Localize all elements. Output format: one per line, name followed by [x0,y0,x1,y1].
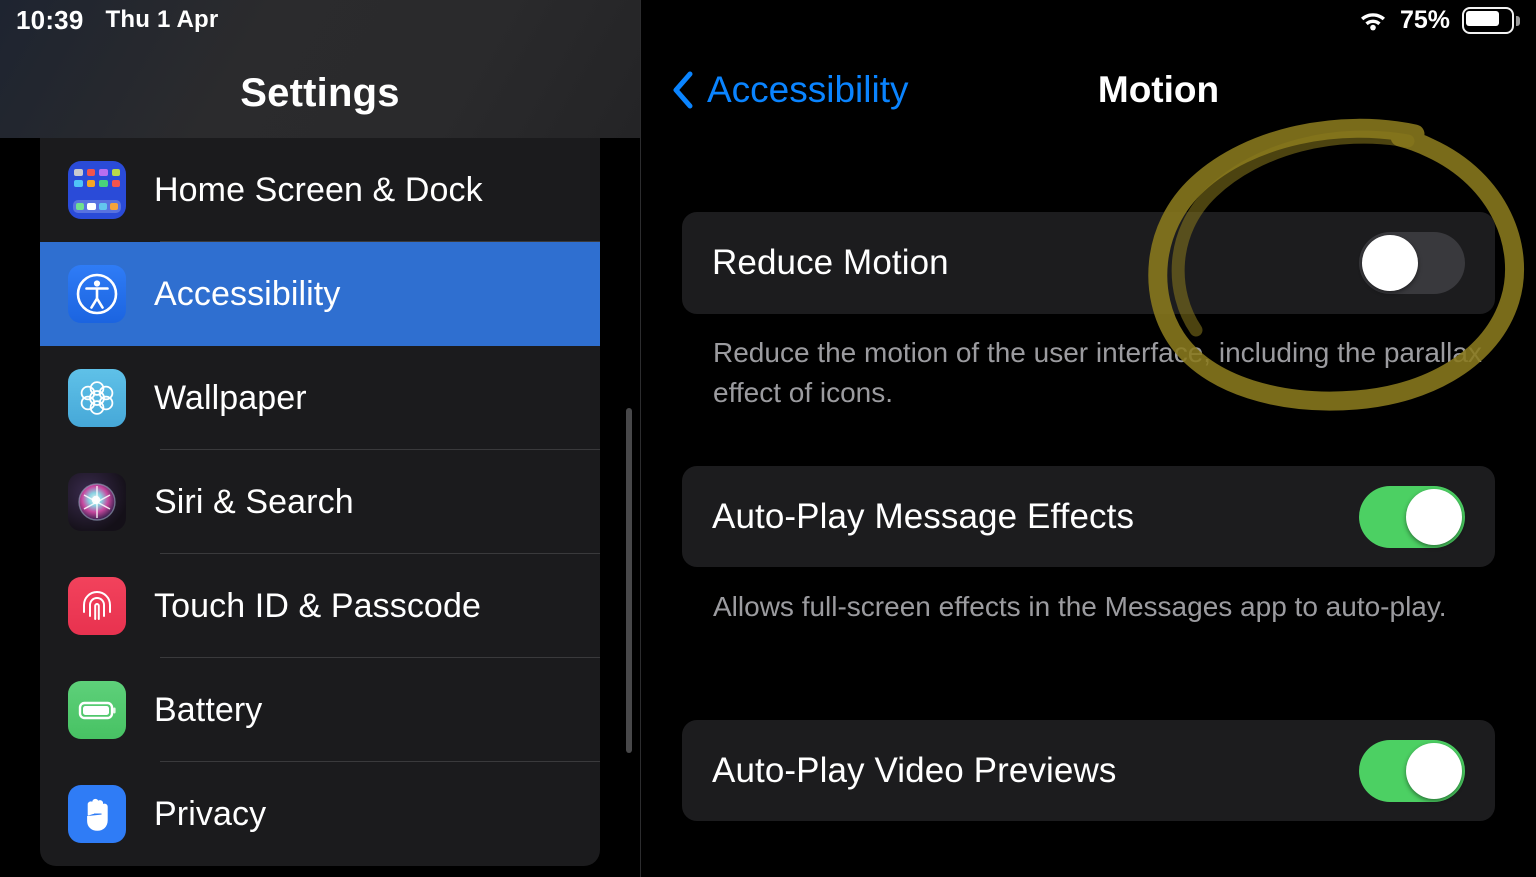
reduce-motion-footnote: Reduce the motion of the user interface,… [713,337,1482,408]
sidebar-item-wallpaper[interactable]: Wallpaper [40,346,600,450]
auto-play-message-effects-row[interactable]: Auto-Play Message Effects [682,466,1495,567]
sidebar-item-touch-id-passcode[interactable]: Touch ID & Passcode [40,554,600,658]
accessibility-icon [68,265,126,323]
sidebar-item-label: Accessibility [154,274,341,313]
chevron-left-icon [671,70,695,110]
settings-sidebar: Settings Home Screen & Dock Accessibilit… [0,0,640,877]
auto-play-video-previews-toggle[interactable] [1359,739,1465,802]
sidebar-item-accessibility[interactable]: Accessibility [40,242,600,346]
sidebar-item-battery[interactable]: Battery [40,658,600,762]
motion-settings-pane: Accessibility Motion Reduce Motion Reduc… [641,0,1536,877]
page-title: Settings [240,71,400,115]
auto-play-message-effects-toggle[interactable] [1359,485,1465,548]
sidebar-item-home-screen-dock[interactable]: Home Screen & Dock [40,138,600,242]
auto-play-video-previews-row[interactable]: Auto-Play Video Previews [682,720,1495,821]
wallpaper-icon [68,369,126,427]
navigation-bar: Accessibility Motion [641,42,1536,137]
back-button[interactable]: Accessibility [671,69,909,111]
row-label: Reduce Motion [712,243,949,282]
sidebar-list: Home Screen & Dock Accessibility Wallpap… [40,138,600,866]
row-label: Auto-Play Message Effects [712,496,1135,536]
auto-play-message-effects-footnote: Allows full-screen effects in the Messag… [713,591,1447,622]
ipad-settings-screen: 10:39 Thu 1 Apr 75% Settings Home Screen… [0,0,1536,877]
sidebar-item-label: Siri & Search [154,482,354,521]
reduce-motion-row[interactable]: Reduce Motion [682,212,1495,314]
reduce-motion-toggle[interactable] [1359,232,1465,294]
sidebar-item-label: Battery [154,690,263,729]
sidebar-item-label: Home Screen & Dock [154,170,483,209]
toggle-knob [1406,742,1462,799]
battery-icon [68,681,126,739]
sidebar-header: Settings [0,0,640,138]
row-label: Auto-Play Video Previews [712,750,1117,790]
toggle-knob [1406,488,1462,545]
sidebar-item-siri-search[interactable]: Siri & Search [40,450,600,554]
hand-icon [68,785,126,843]
sidebar-item-label: Touch ID & Passcode [154,586,481,625]
home-screen-dock-icon [68,161,126,219]
toggle-knob [1362,235,1418,291]
sidebar-scrollbar[interactable] [626,408,632,753]
sidebar-item-label: Wallpaper [154,378,307,417]
siri-icon [68,473,126,531]
fingerprint-icon [68,577,126,635]
back-button-label: Accessibility [707,68,909,110]
sidebar-item-label: Privacy [154,794,267,833]
sidebar-item-privacy[interactable]: Privacy [40,762,600,866]
